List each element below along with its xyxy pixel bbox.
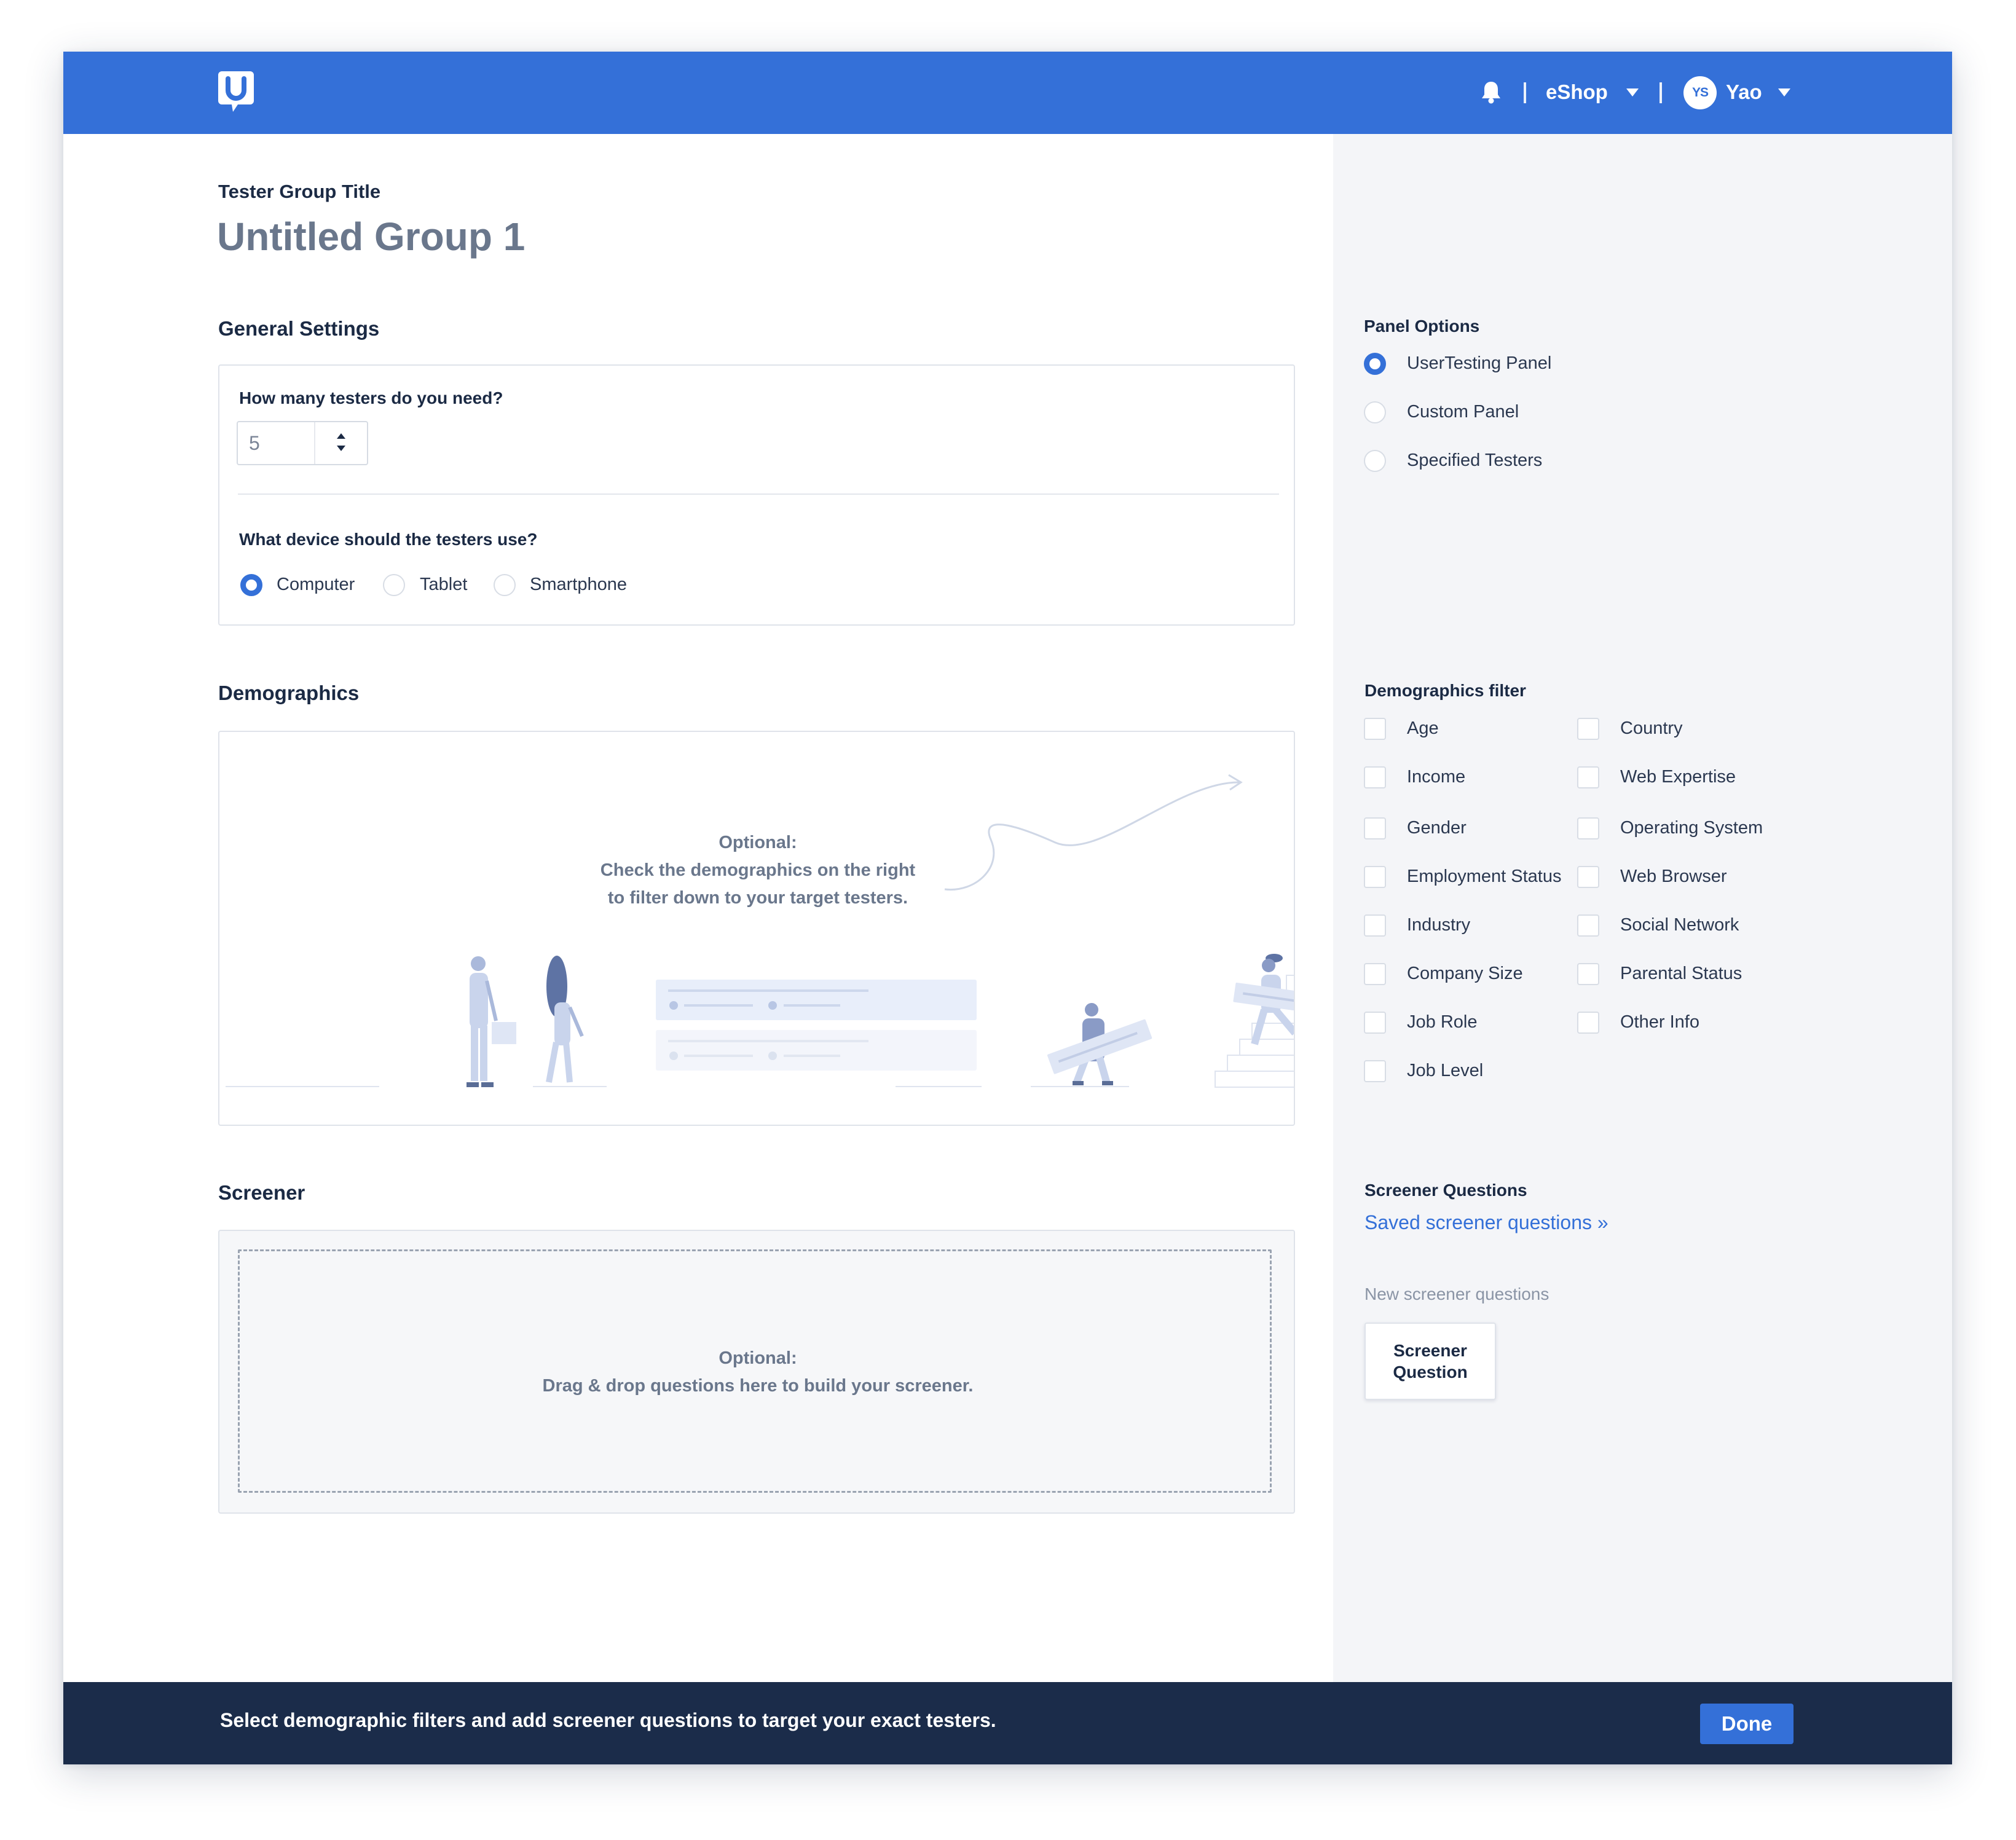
done-button[interactable]: Done [1700,1704,1794,1744]
checkbox-label-job-level[interactable]: Job Level [1407,1061,1483,1081]
radio-smartphone[interactable] [494,574,516,596]
stepper-value[interactable]: 5 [249,432,260,455]
new-screener-questions-label: New screener questions [1364,1284,1549,1303]
group-title-label: Tester Group Title [218,181,381,202]
checkbox-label-employment-status[interactable]: Employment Status [1407,867,1561,887]
checkbox-social-network[interactable] [1577,914,1599,937]
account-switcher-label[interactable]: eShop [1546,78,1608,106]
demographics-illustration [226,774,1294,1088]
checkbox-employment-status[interactable] [1364,866,1386,888]
radio-label-smartphone[interactable]: Smartphone [530,575,627,595]
radio-label-usertesting-panel[interactable]: UserTesting Panel [1407,353,1551,374]
chevron-down-icon[interactable] [1778,88,1790,96]
usertesting-logo-icon[interactable] [218,71,254,114]
radio-tablet[interactable] [383,574,405,596]
radio-specified-testers[interactable] [1364,450,1386,472]
checkbox-industry[interactable] [1364,914,1386,937]
divider [1660,82,1662,103]
checkbox-label-country[interactable]: Country [1620,718,1683,739]
decrement-arrow-icon[interactable] [337,446,345,451]
screener-question-button[interactable]: Screener Question [1364,1323,1496,1400]
demographics-heading: Demographics [218,682,360,704]
checkbox-label-income[interactable]: Income [1407,767,1465,787]
checkbox-gender[interactable] [1364,817,1386,839]
hint-title: Optional: [719,1348,797,1368]
checkbox-label-parental-status[interactable]: Parental Status [1620,964,1742,984]
screener-hint: Optional: Drag & drop questions here to … [494,1345,1022,1400]
avatar[interactable]: YS [1683,76,1717,109]
checkbox-web-expertise[interactable] [1577,766,1599,788]
checkbox-label-age[interactable]: Age [1407,718,1439,739]
radio-label-custom-panel[interactable]: Custom Panel [1407,402,1519,422]
screener-questions-heading: Screener Questions [1364,1181,1527,1200]
footer-message: Select demographic filters and add scree… [220,1709,996,1731]
general-settings-heading: General Settings [218,317,380,340]
radio-computer[interactable] [240,574,262,596]
checkbox-company-size[interactable] [1364,963,1386,985]
increment-arrow-icon[interactable] [337,433,345,439]
quantity-stepper[interactable]: 5 [237,421,368,465]
checkbox-income[interactable] [1364,766,1386,788]
radio-custom-panel[interactable] [1364,401,1386,423]
checkbox-web-browser[interactable] [1577,866,1599,888]
stepper-divider [314,422,315,464]
checkbox-country[interactable] [1577,718,1599,740]
divider [238,493,1279,495]
app-window: eShop YS Yao Tester Group Title Untitled… [63,52,1952,1764]
top-navigation-bar: eShop YS Yao [63,52,1952,134]
bell-icon[interactable] [1478,79,1504,105]
checkbox-label-company-size[interactable]: Company Size [1407,964,1523,984]
checkbox-label-operating-system[interactable]: Operating System [1620,818,1763,838]
demographics-filter-heading: Demographics filter [1364,681,1526,700]
checkbox-label-other-info[interactable]: Other Info [1620,1012,1699,1032]
checkbox-job-level[interactable] [1364,1060,1386,1082]
checkbox-other-info[interactable] [1577,1012,1599,1034]
bottom-action-bar: Select demographic filters and add scree… [63,1682,1952,1764]
radio-label-computer[interactable]: Computer [277,575,355,595]
radio-label-specified-testers[interactable]: Specified Testers [1407,450,1542,471]
hint-line: Drag & drop questions here to build your… [542,1376,974,1396]
checkbox-operating-system[interactable] [1577,817,1599,839]
radio-label-tablet[interactable]: Tablet [420,575,467,595]
user-menu-label[interactable]: Yao [1726,78,1762,106]
checkbox-label-web-browser[interactable]: Web Browser [1620,867,1727,887]
testers-count-question: How many testers do you need? [239,388,503,407]
checkbox-label-social-network[interactable]: Social Network [1620,915,1739,935]
checkbox-age[interactable] [1364,718,1386,740]
radio-usertesting-panel[interactable] [1364,353,1386,375]
chevron-down-icon[interactable] [1626,88,1639,96]
checkbox-parental-status[interactable] [1577,963,1599,985]
checkbox-job-role[interactable] [1364,1012,1386,1034]
checkbox-label-industry[interactable]: Industry [1407,915,1470,935]
checkbox-label-gender[interactable]: Gender [1407,818,1467,838]
panel-options-heading: Panel Options [1364,316,1480,336]
screener-heading: Screener [218,1181,305,1204]
page-title[interactable]: Untitled Group 1 [217,214,525,259]
device-question: What device should the testers use? [239,530,538,549]
checkbox-label-web-expertise[interactable]: Web Expertise [1620,767,1736,787]
saved-screener-questions-link[interactable]: Saved screener questions » [1364,1211,1608,1234]
checkbox-label-job-role[interactable]: Job Role [1407,1012,1477,1032]
divider [1524,82,1526,103]
